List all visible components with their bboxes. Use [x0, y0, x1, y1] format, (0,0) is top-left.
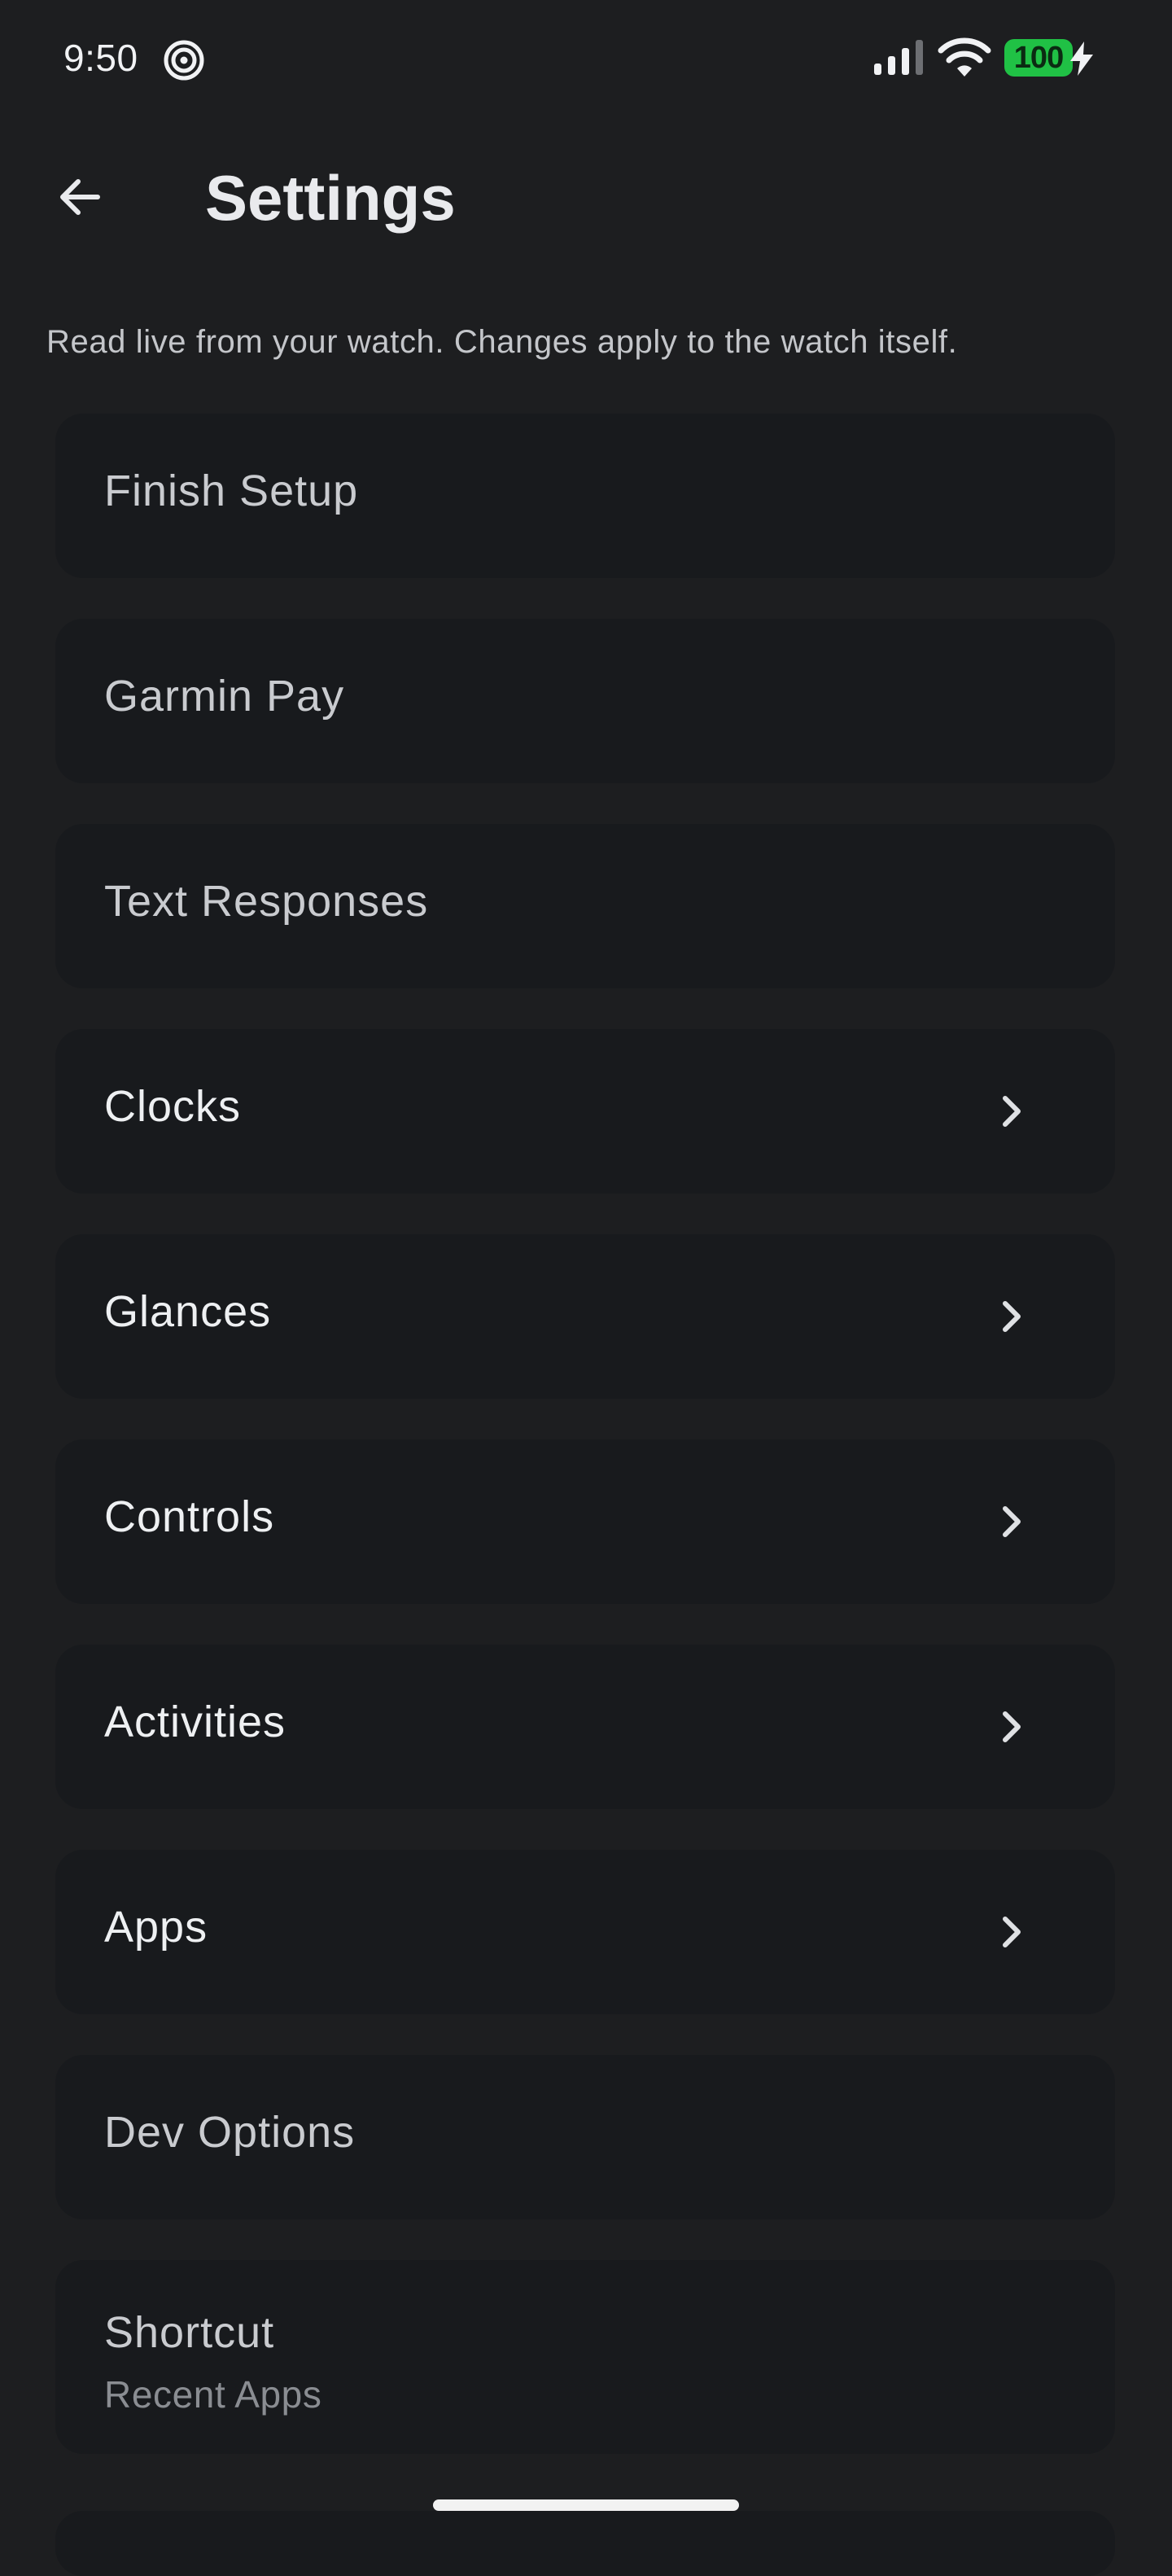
back-button[interactable]	[46, 163, 114, 231]
chevron-right-icon	[1003, 1506, 1021, 1537]
chevron-right-icon	[1003, 1096, 1021, 1127]
status-bar: 9:50 100	[0, 0, 1172, 122]
setting-text-responses[interactable]: Text Responses	[55, 824, 1115, 988]
setting-clocks[interactable]: Clocks	[55, 1029, 1115, 1194]
battery-indicator: 100	[1004, 39, 1073, 77]
setting-dev-options[interactable]: Dev Options	[55, 2055, 1115, 2219]
setting-label: Activities	[104, 1698, 286, 1746]
wifi-icon	[938, 37, 991, 77]
setting-label: Dev Options	[104, 2108, 356, 2157]
setting-label: Garmin Pay	[104, 672, 345, 721]
spiral-notification-icon	[164, 40, 204, 81]
setting-garmin-pay[interactable]: Garmin Pay	[55, 619, 1115, 783]
lightning-bolt-icon	[1070, 42, 1093, 76]
chevron-right-icon	[1003, 1301, 1021, 1332]
arrow-left-icon	[60, 179, 100, 215]
setting-apps[interactable]: Apps	[55, 1850, 1115, 2014]
setting-shortcut[interactable]: Shortcut Recent Apps	[55, 2260, 1115, 2454]
page-subtitle: Read live from your watch. Changes apply…	[46, 324, 958, 360]
setting-next-partial[interactable]	[55, 2511, 1115, 2576]
setting-label: Finish Setup	[104, 467, 359, 515]
setting-label: Controls	[104, 1492, 275, 1541]
chevron-right-icon	[1003, 1711, 1021, 1742]
cellular-signal-icon	[874, 40, 923, 75]
setting-controls[interactable]: Controls	[55, 1439, 1115, 1604]
setting-label: Shortcut	[104, 2308, 275, 2357]
page-title: Settings	[205, 162, 456, 234]
home-indicator[interactable]	[433, 2499, 739, 2511]
setting-finish-setup[interactable]: Finish Setup	[55, 414, 1115, 578]
setting-label: Clocks	[104, 1082, 242, 1131]
app-bar: Settings	[0, 138, 1172, 261]
setting-label: Text Responses	[104, 877, 429, 926]
setting-activities[interactable]: Activities	[55, 1645, 1115, 1809]
setting-glances[interactable]: Glances	[55, 1234, 1115, 1399]
setting-label: Glances	[104, 1287, 272, 1336]
chevron-right-icon	[1003, 1917, 1021, 1947]
setting-sublabel: Recent Apps	[104, 2373, 322, 2416]
setting-label: Apps	[104, 1903, 208, 1952]
status-time: 9:50	[63, 37, 138, 79]
battery-level: 100	[1013, 40, 1064, 75]
